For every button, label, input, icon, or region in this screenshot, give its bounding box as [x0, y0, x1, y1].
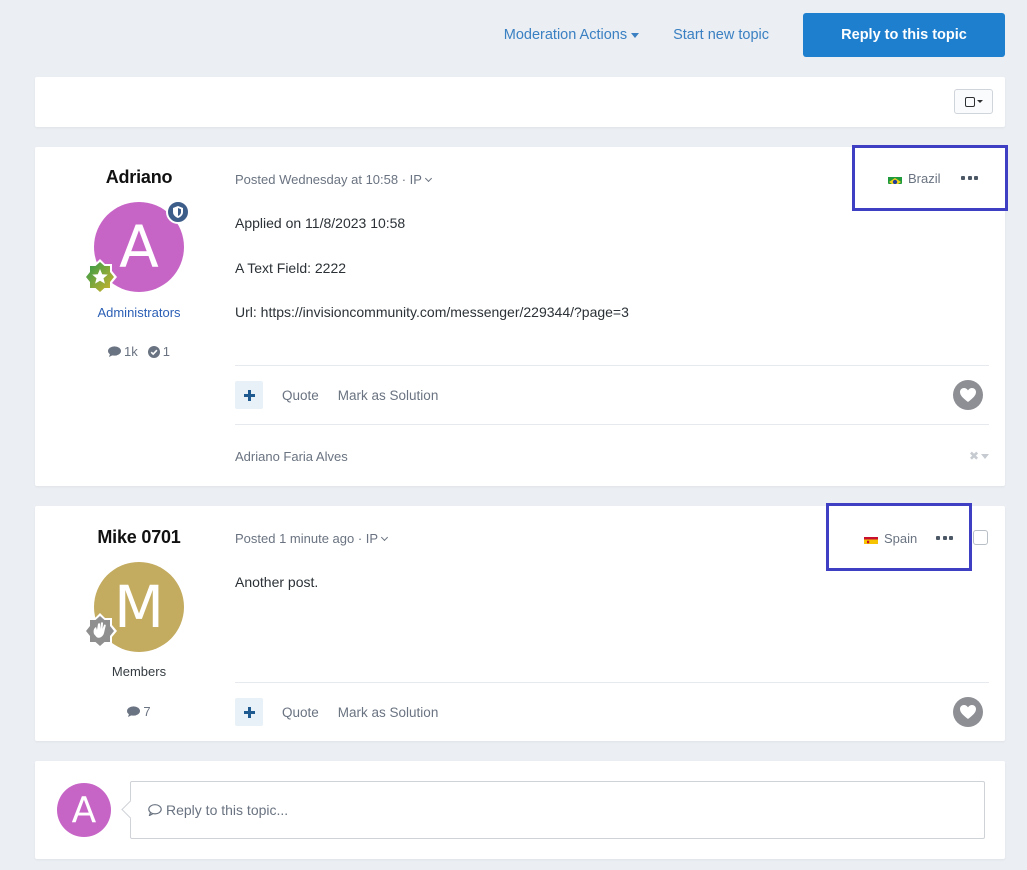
post-country: Spain	[864, 531, 917, 546]
author-signature: Adriano Faria Alves	[235, 449, 348, 464]
rank-wave-badge-icon	[81, 612, 119, 650]
post-actions: Quote Mark as Solution	[235, 698, 457, 726]
plus-icon	[243, 389, 255, 401]
signature-options[interactable]: ✖	[969, 449, 989, 463]
solution-count: 1	[162, 344, 170, 359]
caret-down-icon	[631, 32, 640, 38]
post-count-stat: 7	[127, 704, 151, 719]
post-count: 7	[143, 704, 151, 719]
avatar-letter: A	[119, 213, 159, 281]
avatar-letter: A	[71, 789, 97, 831]
like-heart-button[interactable]	[953, 697, 983, 727]
country-name: Brazil	[908, 171, 941, 186]
spain-flag-icon	[864, 534, 878, 544]
current-user-avatar: A	[57, 783, 111, 837]
check-circle-icon	[147, 345, 160, 358]
author-stats: 1k 1	[35, 344, 243, 359]
quote-link[interactable]: Quote	[282, 705, 319, 720]
like-heart-button[interactable]	[953, 380, 983, 410]
select-posts-dropdown[interactable]	[954, 89, 993, 114]
author-avatar[interactable]: A	[83, 200, 190, 295]
content-line: A Text Field: 2222	[235, 260, 347, 276]
admin-shield-icon	[166, 200, 190, 224]
caret-down-icon	[981, 453, 989, 459]
post-count: 1k	[124, 344, 138, 359]
author-group: Members	[111, 664, 167, 679]
post-meta[interactable]: Posted 1 minute ago · IP	[235, 531, 389, 546]
post-card: Adriano A Administrators 1k 1 Posted Wed…	[35, 145, 1008, 486]
chevron-down-icon	[424, 174, 432, 182]
reply-placeholder: Reply to this topic...	[166, 802, 289, 818]
author-stats: 7	[35, 704, 243, 719]
rank-star-badge-icon	[81, 258, 119, 296]
post-country: Brazil	[888, 171, 941, 186]
author-group: Administrators	[97, 305, 181, 320]
plus-icon	[243, 706, 255, 718]
post-date: Posted 1 minute ago · IP	[235, 531, 379, 546]
divider	[235, 365, 989, 366]
author-avatar[interactable]: M	[83, 562, 184, 652]
post-date: Posted Wednesday at 10:58 · IP	[235, 172, 422, 187]
multiquote-plus-button[interactable]	[235, 698, 263, 726]
start-new-topic-link[interactable]: Start new topic	[673, 27, 769, 43]
content-line: Another post.	[235, 574, 319, 590]
reply-input[interactable]: Reply to this topic...	[130, 781, 985, 839]
topic-action-bar: Moderation Actions Start new topic Reply…	[504, 13, 1005, 57]
comment-outline-icon	[148, 804, 162, 816]
start-new-topic-label: Start new topic	[673, 27, 769, 43]
post-options-ellipsis-icon[interactable]	[936, 536, 953, 540]
caret-down-icon	[976, 100, 983, 103]
mark-solution-link[interactable]: Mark as Solution	[338, 705, 439, 720]
country-highlight-box: Spain	[826, 503, 972, 571]
author-name[interactable]: Mike 0701	[35, 527, 243, 548]
country-name: Spain	[884, 531, 918, 546]
comment-icon	[108, 346, 122, 357]
solution-count-stat: 1	[147, 344, 170, 359]
post-count-stat: 1k	[108, 344, 138, 359]
multiquote-plus-button[interactable]	[235, 381, 263, 409]
chevron-down-icon	[381, 533, 389, 541]
divider	[235, 682, 989, 683]
content-line: Applied on 11/8/2023 10:58	[235, 215, 406, 231]
reply-to-topic-button[interactable]: Reply to this topic	[803, 13, 1005, 57]
moderation-actions-label: Moderation Actions	[503, 27, 628, 43]
heart-icon	[960, 388, 976, 402]
post-actions: Quote Mark as Solution	[235, 381, 457, 409]
reply-box: A Reply to this topic...	[35, 761, 1005, 859]
post-filter-bar	[35, 77, 1005, 127]
moderation-actions-menu[interactable]: Moderation Actions	[503, 27, 640, 43]
post-meta[interactable]: Posted Wednesday at 10:58 · IP	[235, 172, 432, 187]
country-highlight-box: Brazil	[852, 145, 1008, 211]
mark-solution-link[interactable]: Mark as Solution	[338, 388, 439, 403]
heart-icon	[960, 705, 976, 719]
checkbox-icon	[964, 96, 975, 107]
author-name[interactable]: Adriano	[35, 167, 243, 188]
avatar-letter: M	[113, 573, 165, 641]
select-post-checkbox[interactable]	[973, 530, 988, 545]
brazil-flag-icon	[888, 174, 902, 184]
close-icon: ✖	[968, 449, 979, 463]
divider	[235, 424, 989, 425]
quote-link[interactable]: Quote	[282, 388, 319, 403]
reply-button-label: Reply to this topic	[841, 27, 967, 43]
post-card: Mike 0701 M Members 7 Posted 1 minute ag…	[35, 503, 1005, 741]
comment-icon	[127, 706, 141, 717]
post-options-ellipsis-icon[interactable]	[961, 176, 978, 180]
content-line: Url: https://invisioncommunity.com/messe…	[235, 304, 629, 320]
